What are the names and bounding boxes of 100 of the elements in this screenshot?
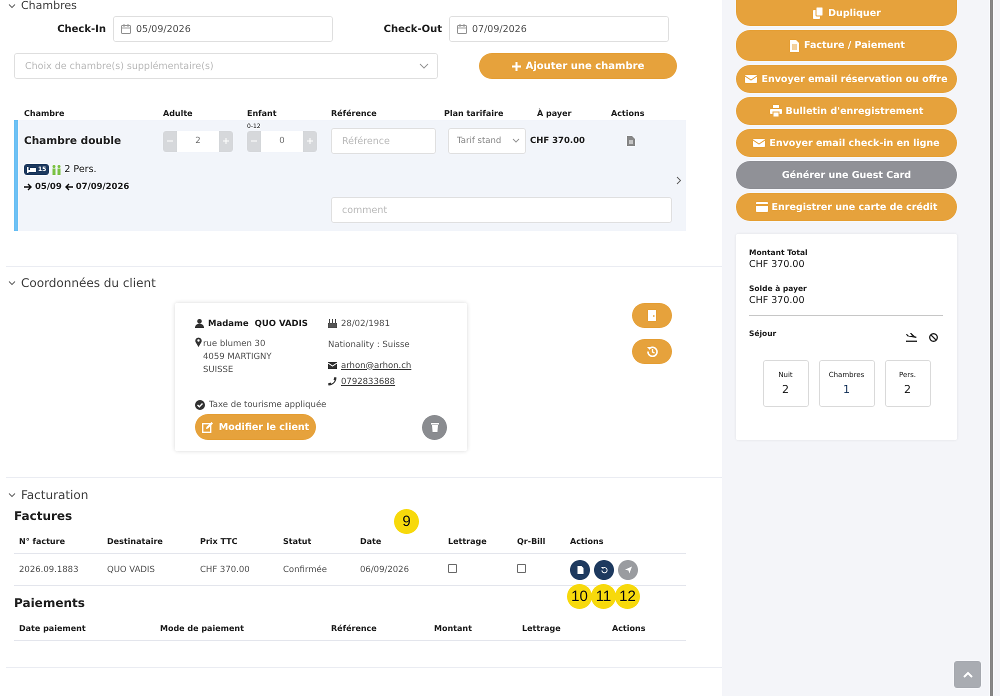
- quantity-field[interactable]: 0: [261, 130, 303, 152]
- document-button[interactable]: [570, 560, 590, 580]
- total-amount: CHF 370.00: [749, 259, 806, 270]
- address-line: 4059 MARTIGNY: [203, 352, 272, 362]
- balance-amount: CHF 370.00: [749, 295, 806, 306]
- arrow-right-icon: [24, 183, 32, 191]
- address-line: rue blumen 30: [203, 339, 266, 349]
- field-label: Check-Out: [384, 24, 442, 34]
- tourist-tax-text: Taxe de tourisme appliquée: [209, 400, 326, 410]
- section-title[interactable]: Coordonnées du client: [21, 276, 156, 290]
- room-select[interactable]: Choix de chambre(s) supplémentaire(s): [14, 53, 438, 79]
- delete-button[interactable]: [422, 414, 447, 440]
- history-button[interactable]: [632, 339, 672, 364]
- checkbox[interactable]: [448, 564, 457, 572]
- column-header: Prix TTC: [200, 536, 238, 546]
- scroll-top-button[interactable]: [954, 661, 981, 688]
- salutation-text: Madame: [208, 318, 249, 328]
- column-header: Date: [360, 536, 382, 546]
- column-header: Chambre: [24, 108, 66, 118]
- action-button[interactable]: Enregistrer une carte de crédit: [736, 193, 957, 221]
- action-button[interactable]: Envoyer email check-in en ligne: [736, 129, 957, 157]
- table-cell-text: QUO VADIS: [107, 564, 156, 574]
- calendar-icon: [121, 24, 131, 34]
- column-header: Date paiement: [19, 624, 87, 632]
- scrollbar[interactable]: [990, 0, 1000, 696]
- minus-icon: [251, 138, 257, 144]
- quantity-field[interactable]: 2: [177, 130, 219, 152]
- column-header: N° facture: [19, 536, 66, 546]
- date-field[interactable]: 07/09/2026: [449, 16, 669, 42]
- client-name: QUO VADIS: [254, 318, 308, 328]
- refresh-button[interactable]: [594, 560, 614, 580]
- plus-icon: [512, 62, 521, 70]
- calendar-icon: [457, 24, 467, 34]
- minus-button[interactable]: [247, 130, 261, 152]
- plus-button[interactable]: [219, 130, 233, 152]
- action-button[interactable]: Dupliquer: [736, 0, 957, 26]
- departure-date: 07/09/2026: [76, 182, 130, 192]
- credit-card-icon: [756, 201, 768, 213]
- comment-field[interactable]: comment: [331, 197, 672, 223]
- action-button[interactable]: Bulletin d'enregistrement: [736, 97, 957, 125]
- plus-button[interactable]: [303, 130, 317, 152]
- no-entry-icon: [929, 333, 938, 342]
- action-button[interactable]: Envoyer email réservation ou offre: [736, 65, 957, 93]
- chevron-down-icon: [419, 62, 429, 70]
- stat-value: 2: [782, 383, 789, 396]
- column-header: Adulte: [163, 108, 194, 118]
- rate-plan-select[interactable]: Tarif stand: [448, 128, 526, 154]
- arrow-left-icon: [64, 183, 73, 191]
- envelope-icon: [328, 362, 337, 369]
- bed-icon: [27, 166, 36, 172]
- minus-button[interactable]: [163, 130, 177, 152]
- plus-icon: [223, 138, 229, 144]
- edit-icon: [202, 422, 213, 432]
- table-cell-text: CHF 370.00: [200, 564, 251, 574]
- document-icon: [788, 40, 800, 52]
- column-header: Actions: [570, 536, 604, 546]
- edit-client-button[interactable]: Modifier le client: [195, 414, 316, 440]
- phone-icon: [328, 377, 337, 386]
- plus-icon: [307, 138, 313, 144]
- section-title[interactable]: Chambres: [21, 0, 77, 12]
- nationality-text: Nationality : Suisse: [328, 338, 411, 351]
- phone-link[interactable]: 0792833688: [341, 376, 396, 386]
- chevron-down-icon: [512, 138, 520, 144]
- trash-icon: [430, 422, 438, 432]
- column-header: À payer: [536, 108, 572, 118]
- map-pin-icon: [195, 337, 202, 347]
- column-header: Référence: [331, 624, 378, 632]
- column-header: Plan tarifaire: [444, 108, 504, 118]
- column-header: Actions: [612, 624, 646, 632]
- subsection-title: Paiements: [14, 596, 85, 610]
- table-cell-text: 2026.09.1883: [19, 564, 80, 574]
- column-header: Enfant: [247, 108, 278, 118]
- room-name: Chambre double: [24, 135, 122, 147]
- annotation-marker: 12: [615, 584, 640, 608]
- date-field[interactable]: 05/09/2026: [113, 16, 333, 42]
- send-icon: [624, 566, 632, 574]
- action-button[interactable]: Facture / Paiement: [736, 30, 957, 61]
- add-room-button[interactable]: Ajouter une chambre: [479, 53, 677, 79]
- checkbox[interactable]: [517, 564, 526, 572]
- envelope-icon: [745, 73, 758, 85]
- copy-icon: [812, 7, 824, 19]
- column-header: Référence: [331, 108, 378, 118]
- person-icon: [195, 319, 204, 328]
- column-header: Actions: [611, 108, 646, 118]
- email-link[interactable]: arhon@arhon.ch: [341, 360, 412, 370]
- subsection-title: Factures: [14, 509, 72, 523]
- table-cell-text: Confirmée: [283, 564, 328, 574]
- door-button[interactable]: [632, 303, 672, 328]
- reference-field[interactable]: Référence: [331, 128, 436, 154]
- section-title[interactable]: Facturation: [21, 488, 88, 502]
- stat-value: 1: [843, 383, 850, 396]
- document-icon: [576, 566, 584, 574]
- stat-value: 2: [904, 383, 911, 396]
- column-header: Lettrage: [448, 536, 488, 546]
- annotation-marker: 11: [591, 584, 616, 608]
- annotation-marker: 10: [567, 584, 592, 608]
- invoice-icon: [627, 136, 635, 146]
- column-header: Qr-Bill: [517, 536, 546, 546]
- refresh-icon: [600, 566, 608, 574]
- arrival-date: 05/09: [35, 182, 62, 192]
